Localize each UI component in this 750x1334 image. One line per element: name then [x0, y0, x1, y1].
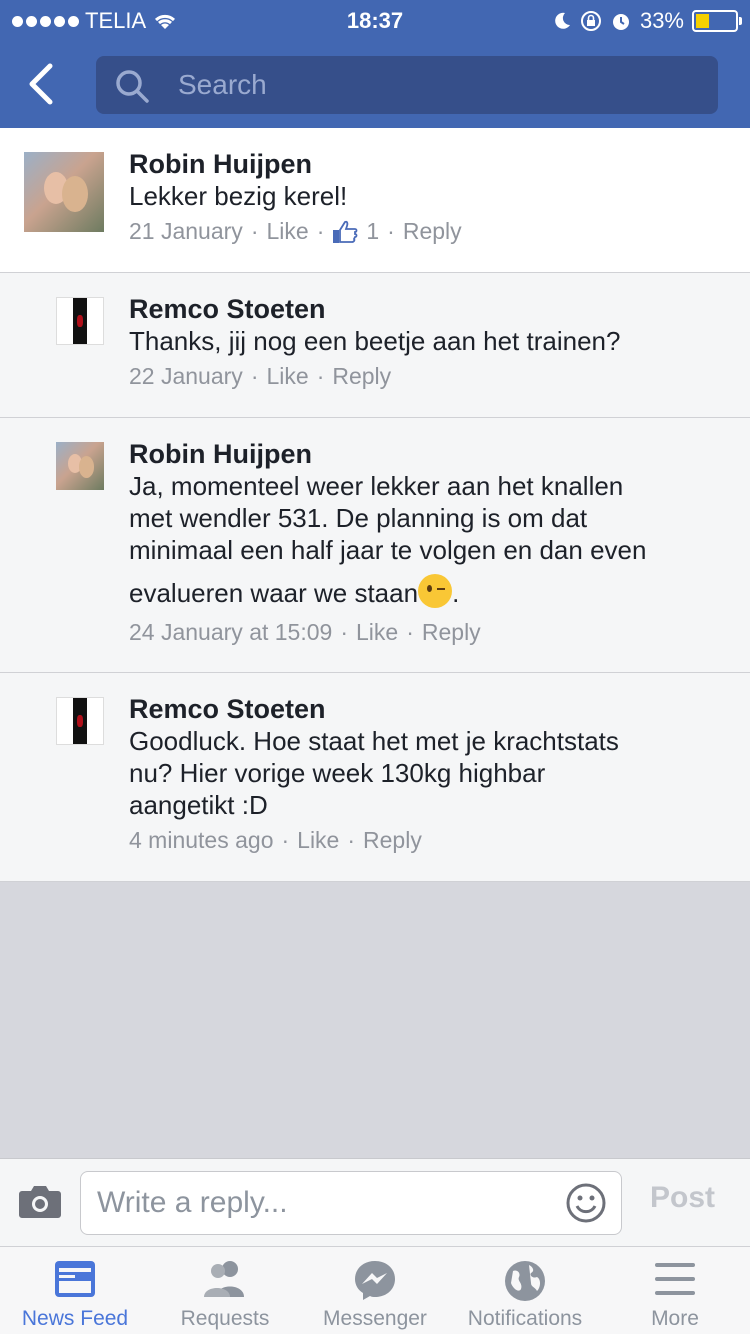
comment-author[interactable]: Remco Stoeten — [129, 293, 720, 325]
comment-meta: 21 January · Like · 1 · Reply — [129, 218, 720, 245]
search-icon — [116, 70, 149, 103]
separator: · — [387, 218, 395, 244]
search-input[interactable] — [178, 66, 698, 104]
back-arrow-icon[interactable] — [20, 60, 60, 108]
comment-text-line: Goodluck. Hoe staat het met je krachtsta… — [129, 726, 619, 756]
tab-label: News Feed — [21, 1307, 129, 1330]
separator: · — [250, 363, 259, 389]
comment-date[interactable]: 22 January — [129, 363, 243, 390]
globe-icon — [505, 1261, 545, 1301]
reply-input[interactable] — [97, 1182, 557, 1224]
top-bar: TELIA 18:37 33% — [0, 0, 750, 128]
news-feed-icon — [55, 1261, 95, 1297]
emoji-icon[interactable] — [565, 1182, 607, 1224]
tab-label: More — [651, 1307, 699, 1330]
separator: · — [250, 218, 259, 244]
separator: · — [316, 363, 325, 389]
menu-icon — [655, 1263, 695, 1295]
like-button[interactable]: Like — [266, 218, 308, 245]
comment-thread: Robin Huijpen Lekker bezig kerel! 21 Jan… — [0, 128, 750, 882]
comment-text-line: evalueren waar we staan — [129, 578, 419, 608]
tab-label: Notifications — [467, 1307, 583, 1330]
comment-text: Thanks, jij nog een beetje aan het train… — [129, 326, 621, 356]
tab-more[interactable]: More — [600, 1247, 750, 1334]
comment-text: Goodluck. Hoe staat het met je krachtsta… — [129, 725, 720, 821]
comment: Robin Huijpen Ja, momenteel weer lekker … — [0, 418, 750, 673]
comment: Robin Huijpen Lekker bezig kerel! 21 Jan… — [0, 128, 750, 273]
like-button[interactable]: Like — [297, 827, 339, 854]
camera-icon[interactable] — [18, 1183, 62, 1219]
comment-author[interactable]: Robin Huijpen — [129, 438, 720, 470]
like-button[interactable]: Like — [356, 619, 398, 646]
status-bar: TELIA 18:37 33% — [0, 0, 750, 40]
comment: Remco Stoeten Goodluck. Hoe staat het me… — [0, 673, 750, 882]
wink-emoji-icon — [418, 574, 453, 608]
separator: · — [406, 619, 414, 645]
thumbs-up-icon[interactable] — [332, 220, 358, 244]
reply-button[interactable]: Reply — [422, 619, 481, 646]
comment-text-line: aangetikt :D — [129, 790, 268, 820]
status-icons: 33% — [552, 8, 742, 34]
like-button[interactable]: Like — [266, 363, 308, 390]
battery-percent: 33% — [639, 8, 684, 33]
like-count[interactable]: 1 — [366, 218, 379, 245]
messenger-icon — [355, 1261, 395, 1300]
comment-meta: 22 January · Like · Reply — [129, 363, 720, 390]
comment-text-end: . — [452, 578, 460, 608]
comment-text-line: Ja, momenteel weer lekker aan het knalle… — [129, 471, 624, 501]
comment: Remco Stoeten Thanks, jij nog een beetje… — [0, 273, 750, 418]
tab-notifications[interactable]: Notifications — [450, 1247, 600, 1334]
avatar[interactable] — [56, 297, 104, 345]
comment-author[interactable]: Remco Stoeten — [129, 693, 720, 725]
comment-text: Ja, momenteel weer lekker aan het knalle… — [129, 470, 720, 609]
battery-fill — [696, 14, 709, 28]
search-bar[interactable] — [96, 56, 718, 114]
comment-text-line: nu? Hier vorige week 130kg highbar — [129, 758, 546, 788]
tab-messenger[interactable]: Messenger — [300, 1247, 450, 1334]
comment-meta: 24 January at 15:09 · Like · Reply — [129, 619, 720, 646]
separator: · — [281, 827, 290, 853]
reply-button[interactable]: Reply — [332, 363, 391, 390]
tab-requests[interactable]: Requests — [150, 1247, 300, 1334]
comment-date[interactable]: 4 minutes ago — [129, 827, 273, 854]
separator: · — [340, 619, 348, 645]
separator: · — [316, 218, 325, 244]
comment-author[interactable]: Robin Huijpen — [129, 148, 720, 180]
comment-text-line: minimaal een half jaar te volgen en dan … — [129, 535, 647, 565]
comment-meta: 4 minutes ago · Like · Reply — [129, 827, 720, 854]
moon-icon — [555, 12, 570, 29]
avatar[interactable] — [24, 152, 104, 232]
reply-button[interactable]: Reply — [403, 218, 462, 245]
reply-field[interactable] — [80, 1171, 622, 1235]
alarm-icon — [612, 14, 629, 30]
battery-icon — [692, 10, 742, 32]
tab-label: Messenger — [323, 1307, 427, 1330]
reply-button[interactable]: Reply — [363, 827, 422, 854]
requests-icon — [204, 1261, 244, 1297]
comment-text-line: met wendler 531. De planning is om dat — [129, 503, 588, 533]
comment-date[interactable]: 24 January at 15:09 — [129, 619, 332, 646]
avatar[interactable] — [56, 442, 104, 490]
tab-news-feed[interactable]: News Feed — [0, 1247, 150, 1334]
separator: · — [347, 827, 356, 853]
comment-date[interactable]: 21 January — [129, 218, 243, 245]
rotation-lock-icon — [580, 11, 601, 31]
comment-text: Lekker bezig kerel! — [129, 181, 348, 211]
avatar[interactable] — [56, 697, 104, 745]
tab-label: Requests — [180, 1307, 270, 1330]
post-button[interactable]: Post — [650, 1181, 715, 1215]
reply-composer: Post — [0, 1158, 750, 1246]
tab-bar: News Feed Requests Messenger Notificatio… — [0, 1246, 750, 1334]
